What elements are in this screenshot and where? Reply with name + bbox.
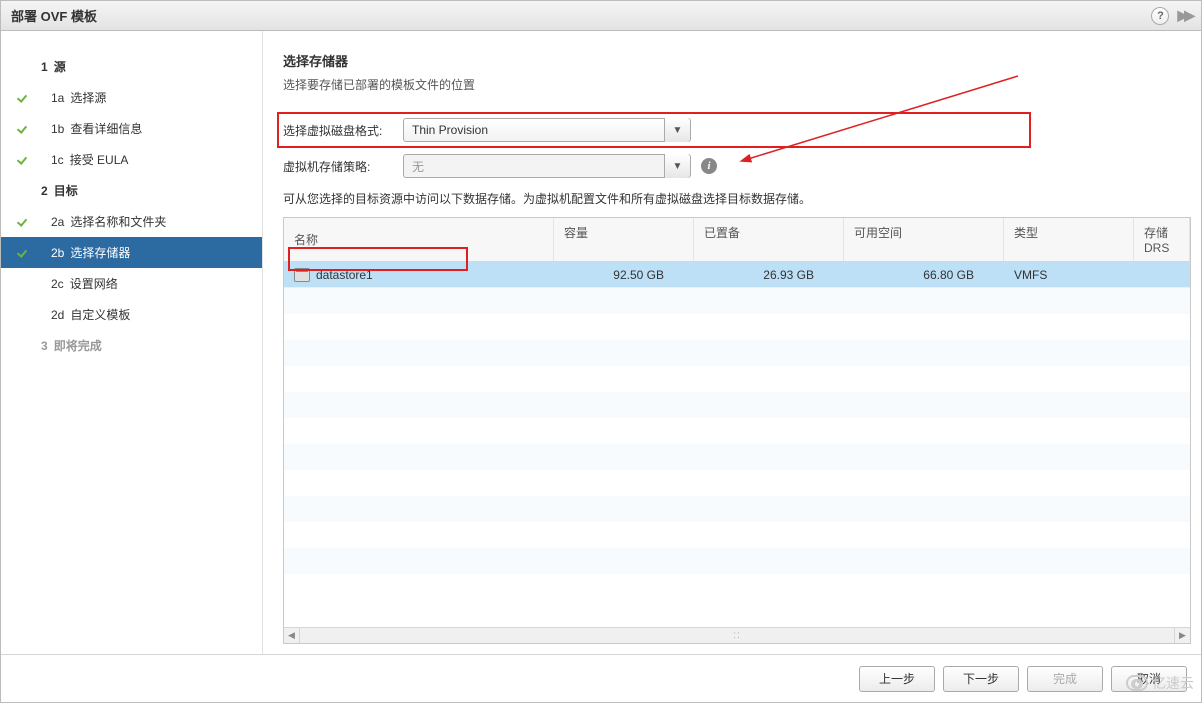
step-1c-accept-eula[interactable]: 1c接受 EULA (1, 144, 262, 175)
storage-note: 可从您选择的目标资源中访问以下数据存储。为虚拟机配置文件和所有虚拟磁盘选择目标数… (283, 190, 1191, 207)
storage-policy-dropdown: 无 ▼ (403, 154, 691, 178)
next-button[interactable]: 下一步 (943, 666, 1019, 692)
col-drs[interactable]: 存储 DRS (1134, 218, 1190, 261)
grid-body[interactable]: datastore1 92.50 GB 26.93 GB 66.80 GB VM… (284, 262, 1190, 627)
step-3-ready: 3即将完成 (1, 330, 262, 361)
page-title: 选择存储器 (283, 51, 1191, 70)
help-icon[interactable]: ? (1151, 7, 1169, 25)
expand-icon[interactable]: ▶▶ (1177, 7, 1191, 24)
cell-name: datastore1 (316, 268, 373, 282)
main-panel: 选择存储器 选择要存储已部署的模板文件的位置 选择虚拟磁盘格式: Thin Pr… (263, 31, 1201, 654)
scroll-right-icon[interactable]: ▶ (1174, 628, 1190, 644)
col-free[interactable]: 可用空间 (844, 218, 1004, 261)
grid-header: 名称 容量 已置备 可用空间 类型 存储 DRS (284, 218, 1190, 262)
table-row[interactable]: datastore1 92.50 GB 26.93 GB 66.80 GB VM… (284, 262, 1190, 288)
step-2a-name-folder[interactable]: 2a选择名称和文件夹 (1, 206, 262, 237)
back-button[interactable]: 上一步 (859, 666, 935, 692)
step-2b-select-storage[interactable]: 2b选择存储器 (1, 237, 262, 268)
storage-policy-value: 无 (404, 158, 664, 175)
cancel-button[interactable]: 取消 (1111, 666, 1187, 692)
cell-free: 66.80 GB (844, 268, 1004, 282)
col-type[interactable]: 类型 (1004, 218, 1134, 261)
dialog-title: 部署 OVF 模板 (11, 6, 97, 25)
disk-format-dropdown[interactable]: Thin Provision ▼ (403, 118, 691, 142)
step-2c-setup-networks[interactable]: 2c设置网络 (1, 268, 262, 299)
dialog-footer: 上一步 下一步 完成 取消 (1, 654, 1201, 702)
cell-provisioned: 26.93 GB (694, 268, 844, 282)
chevron-down-icon[interactable]: ▼ (664, 118, 690, 142)
info-icon[interactable]: i (701, 158, 717, 174)
step-1b-review-details[interactable]: 1b查看详细信息 (1, 113, 262, 144)
col-provisioned[interactable]: 已置备 (694, 218, 844, 261)
storage-policy-label: 虚拟机存储策略: (283, 158, 403, 175)
datastore-grid: 名称 容量 已置备 可用空间 类型 存储 DRS datastore1 92.5… (283, 217, 1191, 644)
cell-type: VMFS (1004, 268, 1134, 282)
disk-format-label: 选择虚拟磁盘格式: (283, 122, 403, 139)
deploy-ovf-dialog: 部署 OVF 模板 ? ▶▶ 1源 1a选择源 1b查看详细信息 1c接受 EU… (0, 0, 1202, 703)
form-row-storage-policy: 虚拟机存储策略: 无 ▼ i (283, 154, 1191, 178)
cell-capacity: 92.50 GB (554, 268, 694, 282)
wizard-sidebar: 1源 1a选择源 1b查看详细信息 1c接受 EULA 2目标 2a选择名称和文… (1, 31, 263, 654)
scroll-left-icon[interactable]: ◀ (284, 628, 300, 644)
form-row-disk-format: 选择虚拟磁盘格式: Thin Provision ▼ (283, 118, 1191, 142)
step-2-destination[interactable]: 2目标 (1, 175, 262, 206)
step-2d-customize-template[interactable]: 2d自定义模板 (1, 299, 262, 330)
col-capacity[interactable]: 容量 (554, 218, 694, 261)
finish-button: 完成 (1027, 666, 1103, 692)
step-1a-select-source[interactable]: 1a选择源 (1, 82, 262, 113)
page-subtitle: 选择要存储已部署的模板文件的位置 (283, 76, 1191, 93)
step-1-source[interactable]: 1源 (1, 51, 262, 82)
disk-format-value: Thin Provision (404, 123, 664, 137)
horizontal-scrollbar[interactable]: ◀ :: ▶ (284, 627, 1190, 643)
titlebar: 部署 OVF 模板 ? ▶▶ (1, 1, 1201, 31)
datastore-icon (294, 268, 310, 282)
col-name[interactable]: 名称 (284, 218, 554, 261)
chevron-down-icon: ▼ (664, 154, 690, 178)
